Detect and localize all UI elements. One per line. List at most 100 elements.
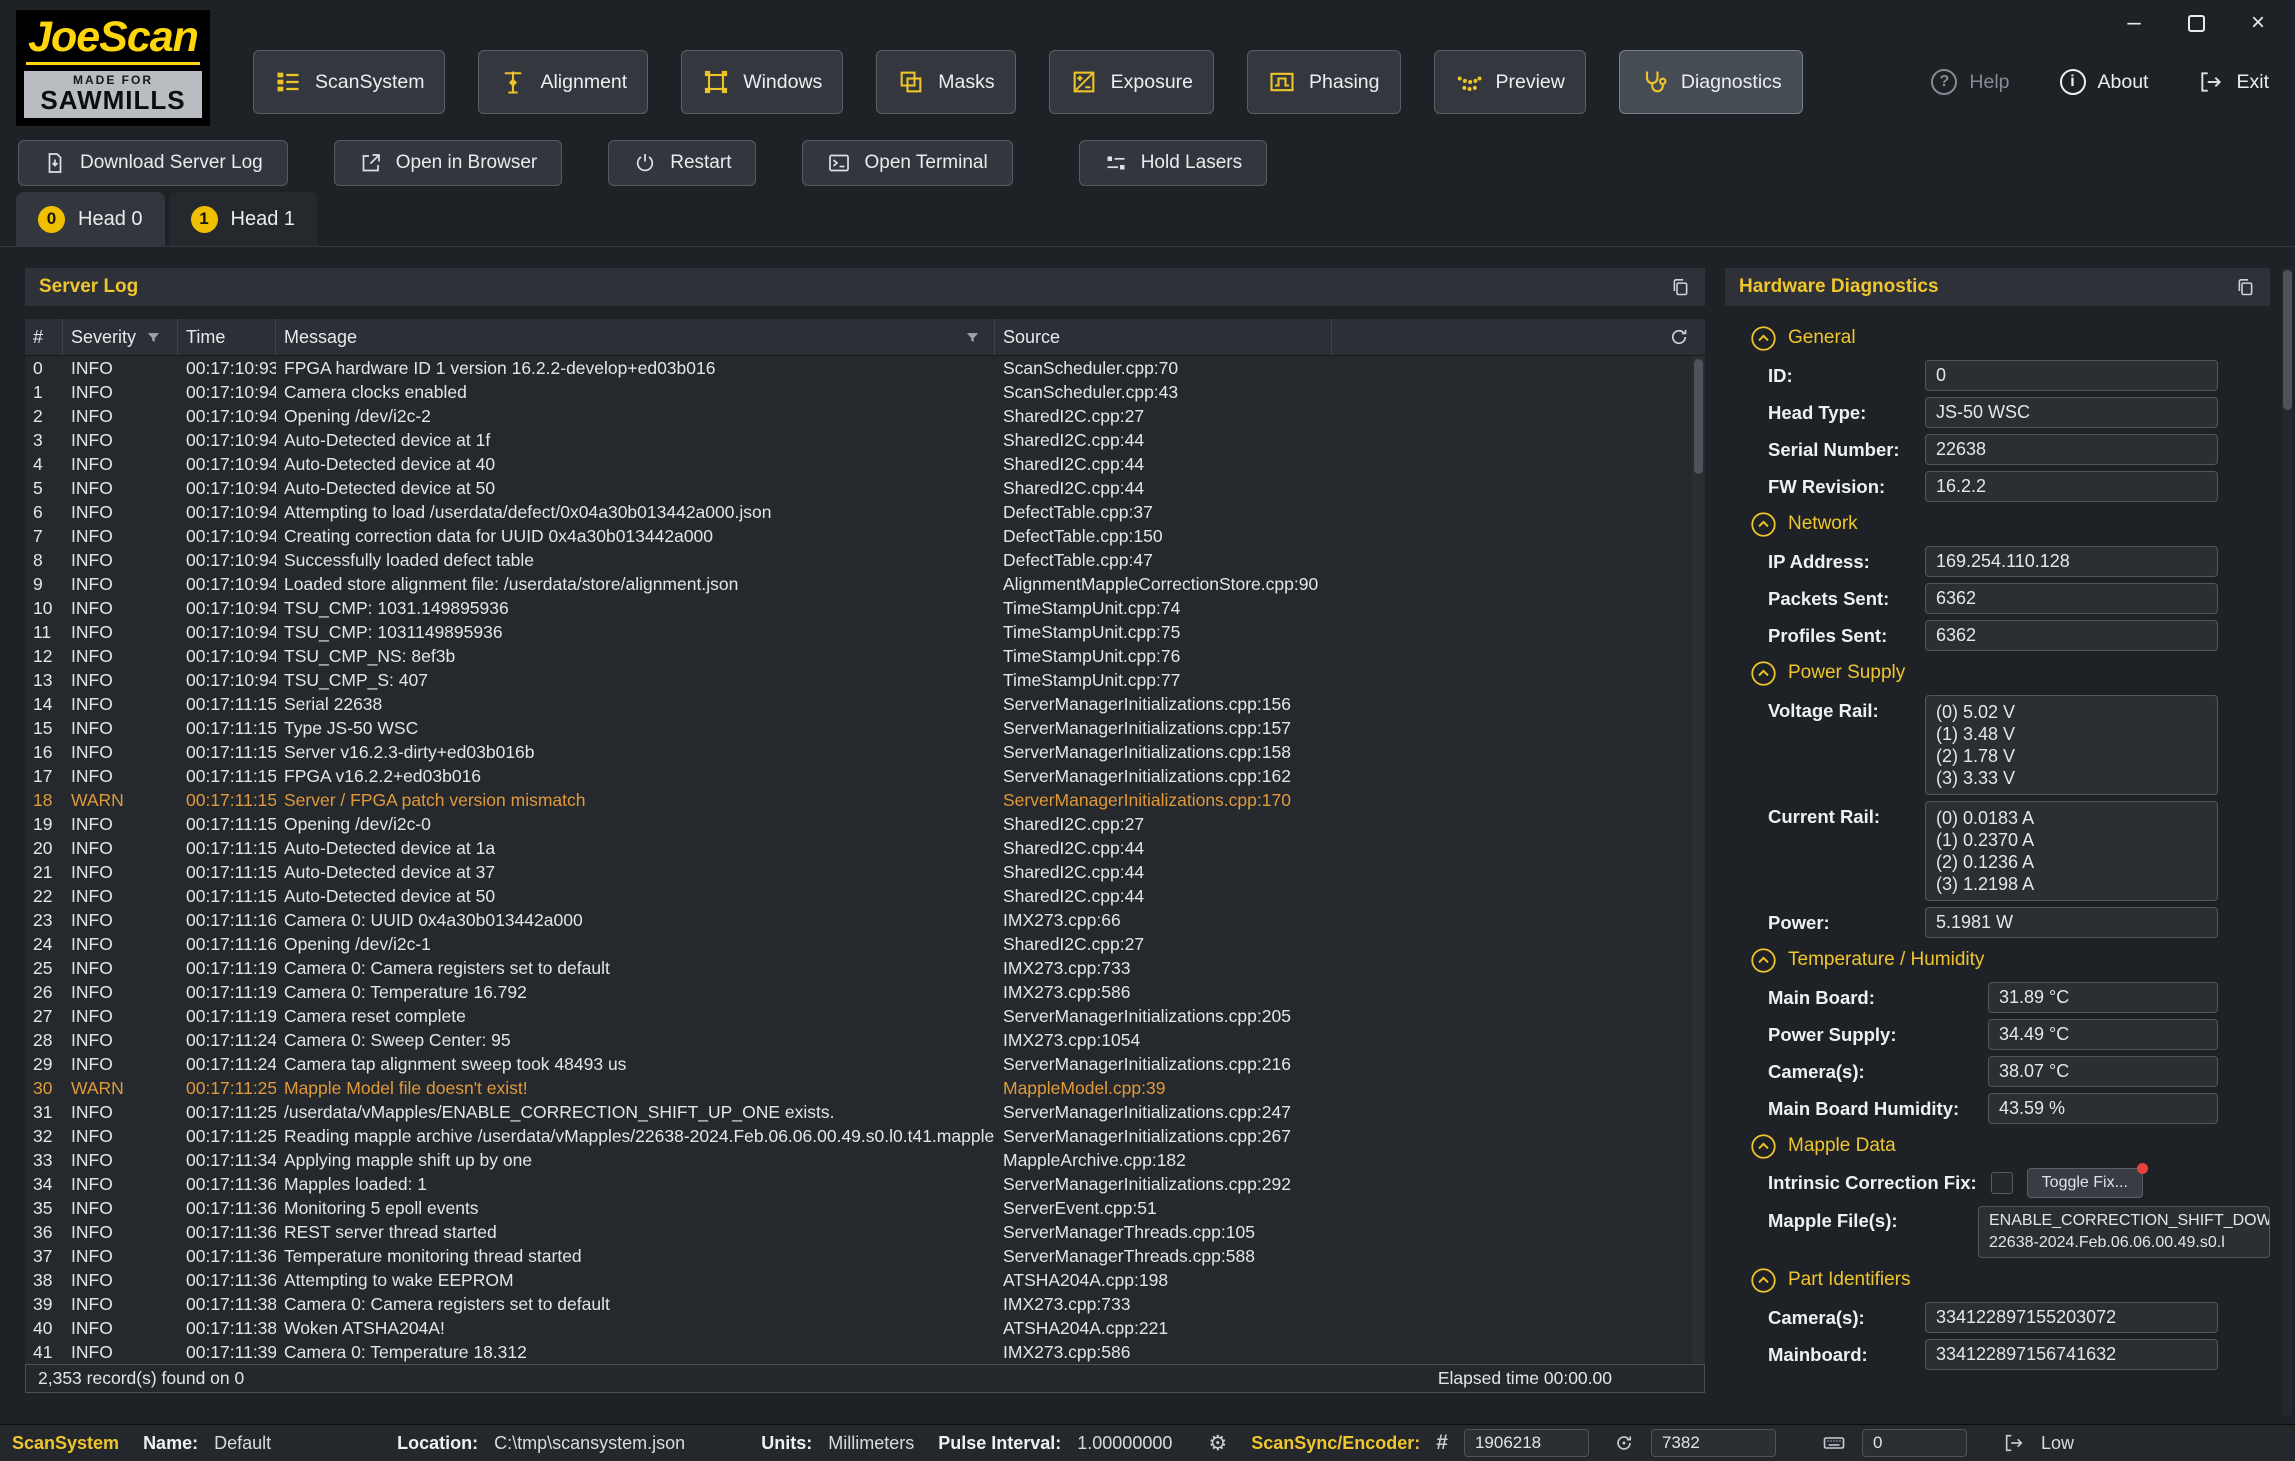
column-header-time[interactable]: Time — [178, 319, 276, 355]
table-row[interactable]: 7 INFO 00:17:10:948 Creating correction … — [25, 524, 1705, 548]
table-row[interactable]: 13 INFO 00:17:10:949 TSU_CMP_S: 407 Time… — [25, 668, 1705, 692]
hardware-scrollbar-thumb[interactable] — [2283, 270, 2292, 410]
table-row[interactable]: 5 INFO 00:17:10:946 Auto-Detected device… — [25, 476, 1705, 500]
open-in-browser-button[interactable]: Open in Browser — [334, 140, 563, 186]
section-part-identifiers: Part Identifiers Camera(s): 334122897155… — [1768, 1266, 2218, 1370]
column-header-message[interactable]: Message — [276, 319, 995, 355]
table-row[interactable]: 21 INFO 00:17:11:153 Auto-Detected devic… — [25, 860, 1705, 884]
table-row[interactable]: 30 WARN 00:17:11:250 Mapple Model file d… — [25, 1076, 1705, 1100]
table-row[interactable]: 28 INFO 00:17:11:248 Camera 0: Sweep Cen… — [25, 1028, 1705, 1052]
table-row[interactable]: 36 INFO 00:17:11:367 REST server thread … — [25, 1220, 1705, 1244]
table-row[interactable]: 31 INFO 00:17:11:250 /userdata/vMapples/… — [25, 1100, 1705, 1124]
table-row[interactable]: 24 INFO 00:17:11:160 Opening /dev/i2c-1 … — [25, 932, 1705, 956]
nav-phasing-button[interactable]: Phasing — [1247, 50, 1400, 114]
section-mapple-header[interactable]: Mapple Data — [1750, 1132, 2218, 1160]
hardware-diagnostics-panel: Hardware Diagnostics General ID: 0 Head … — [1725, 268, 2270, 1376]
joescan-logo: JoeScan MADE FOR SAWMILLS — [16, 10, 210, 126]
maximize-button[interactable] — [2173, 6, 2219, 40]
hardware-scrollbar[interactable] — [2282, 268, 2293, 1415]
tab-head-0[interactable]: 0 Head 0 — [16, 192, 165, 246]
table-row[interactable]: 26 INFO 00:17:11:195 Camera 0: Temperatu… — [25, 980, 1705, 1004]
severity-filter-icon[interactable] — [146, 330, 161, 345]
table-row[interactable]: 14 INFO 00:17:11:150 Serial 22638 Server… — [25, 692, 1705, 716]
table-row[interactable]: 10 INFO 00:17:10:949 TSU_CMP: 1031.14989… — [25, 596, 1705, 620]
column-header-index[interactable]: # — [25, 319, 63, 355]
about-icon: i — [2060, 69, 2086, 95]
table-row[interactable]: 1 INFO 00:17:10:942 Camera clocks enable… — [25, 380, 1705, 404]
table-row[interactable]: 37 INFO 00:17:11:367 Temperature monitor… — [25, 1244, 1705, 1268]
about-button[interactable]: i About — [2050, 50, 2159, 114]
exit-button[interactable]: Exit — [2188, 50, 2279, 114]
tab-head-1[interactable]: 1 Head 1 — [169, 192, 318, 246]
tab-divider — [0, 246, 2295, 247]
table-row[interactable]: 32 INFO 00:17:11:250 Reading mapple arch… — [25, 1124, 1705, 1148]
section-mapple-data: Mapple Data Intrinsic Correction Fix: To… — [1768, 1132, 2218, 1258]
table-row[interactable]: 18 WARN 00:17:11:150 Server / FPGA patch… — [25, 788, 1705, 812]
log-scrollbar-thumb[interactable] — [1694, 359, 1703, 474]
section-network-header[interactable]: Network — [1750, 510, 2218, 538]
table-row[interactable]: 27 INFO 00:17:11:196 Camera reset comple… — [25, 1004, 1705, 1028]
table-row[interactable]: 33 INFO 00:17:11:341 Applying mapple shi… — [25, 1148, 1705, 1172]
section-temperature-header[interactable]: Temperature / Humidity — [1750, 946, 2218, 974]
close-button[interactable]: × — [2235, 6, 2281, 40]
table-row[interactable]: 6 INFO 00:17:10:948 Attempting to load /… — [25, 500, 1705, 524]
open-terminal-button[interactable]: Open Terminal — [802, 140, 1012, 186]
table-row[interactable]: 41 INFO 00:17:11:390 Camera 0: Temperatu… — [25, 1340, 1705, 1364]
toggle-fix-button[interactable]: Toggle Fix... — [2027, 1168, 2143, 1198]
table-row[interactable]: 22 INFO 00:17:11:155 Auto-Detected devic… — [25, 884, 1705, 908]
table-row[interactable]: 16 INFO 00:17:11:150 Server v16.2.3-dirt… — [25, 740, 1705, 764]
hold-lasers-button[interactable]: Hold Lasers — [1079, 140, 1267, 186]
table-row[interactable]: 35 INFO 00:17:11:367 Monitoring 5 epoll … — [25, 1196, 1705, 1220]
restart-button[interactable]: Restart — [608, 140, 756, 186]
table-row[interactable]: 23 INFO 00:17:11:160 Camera 0: UUID 0x4a… — [25, 908, 1705, 932]
nav-scansystem-button[interactable]: ScanSystem — [253, 50, 445, 114]
nav-preview-button[interactable]: Preview — [1434, 50, 1586, 114]
message-filter-icon[interactable] — [965, 330, 980, 345]
section-part-identifiers-header[interactable]: Part Identifiers — [1750, 1266, 2218, 1294]
section-power-header[interactable]: Power Supply — [1750, 659, 2218, 687]
copy-log-button[interactable] — [1670, 277, 1691, 298]
column-header-actions — [1332, 319, 1705, 355]
table-row[interactable]: 40 INFO 00:17:11:388 Woken ATSHA204A! AT… — [25, 1316, 1705, 1340]
table-row[interactable]: 2 INFO 00:17:10:942 Opening /dev/i2c-2 S… — [25, 404, 1705, 428]
table-row[interactable]: 0 INFO 00:17:10:939 FPGA hardware ID 1 v… — [25, 356, 1705, 380]
refresh-icon[interactable] — [1669, 327, 1689, 347]
field-row: Serial Number: 22638 — [1768, 434, 2218, 465]
table-row[interactable]: 34 INFO 00:17:11:365 Mapples loaded: 1 S… — [25, 1172, 1705, 1196]
table-row[interactable]: 39 INFO 00:17:11:387 Camera 0: Camera re… — [25, 1292, 1705, 1316]
table-row[interactable]: 20 INFO 00:17:11:151 Auto-Detected devic… — [25, 836, 1705, 860]
section-general-header[interactable]: General — [1750, 324, 2218, 352]
open-in-browser-icon — [359, 151, 383, 175]
table-row[interactable]: 19 INFO 00:17:11:150 Opening /dev/i2c-0 … — [25, 812, 1705, 836]
field-row: Main Board Humidity: 43.59 % — [1768, 1093, 2218, 1124]
nav-windows-button[interactable]: Windows — [681, 50, 843, 114]
table-row[interactable]: 12 INFO 00:17:10:949 TSU_CMP_NS: 8ef3b T… — [25, 644, 1705, 668]
table-row[interactable]: 11 INFO 00:17:10:949 TSU_CMP: 1031149895… — [25, 620, 1705, 644]
field-value-box: 6362 — [1925, 620, 2218, 651]
field-row: Profiles Sent: 6362 — [1768, 620, 2218, 651]
download-server-log-button[interactable]: Download Server Log — [18, 140, 288, 186]
intrinsic-correction-checkbox[interactable] — [1991, 1172, 2013, 1194]
table-row[interactable]: 3 INFO 00:17:10:943 Auto-Detected device… — [25, 428, 1705, 452]
help-button[interactable]: ? Help — [1921, 50, 2019, 114]
column-header-severity[interactable]: Severity — [63, 319, 178, 355]
log-scrollbar[interactable] — [1692, 356, 1705, 1364]
table-row[interactable]: 9 INFO 00:17:10:949 Loaded store alignme… — [25, 572, 1705, 596]
minimize-button[interactable]: – — [2111, 6, 2157, 40]
hardware-diagnostics-header: Hardware Diagnostics — [1725, 268, 2270, 306]
table-row[interactable]: 17 INFO 00:17:11:150 FPGA v16.2.2+ed03b0… — [25, 764, 1705, 788]
utility-nav: ? Help i About Exit — [1921, 50, 2279, 114]
table-row[interactable]: 4 INFO 00:17:10:945 Auto-Detected device… — [25, 452, 1705, 476]
nav-diagnostics-button[interactable]: Diagnostics — [1619, 50, 1803, 114]
table-row[interactable]: 15 INFO 00:17:11:150 Type JS-50 WSC Serv… — [25, 716, 1705, 740]
nav-masks-button[interactable]: Masks — [876, 50, 1015, 114]
settings-gear-icon[interactable]: ⚙ — [1208, 1431, 1227, 1456]
table-row[interactable]: 38 INFO 00:17:11:368 Attempting to wake … — [25, 1268, 1705, 1292]
nav-alignment-button[interactable]: Alignment — [478, 50, 648, 114]
nav-exposure-button[interactable]: Exposure — [1049, 50, 1214, 114]
table-row[interactable]: 25 INFO 00:17:11:194 Camera 0: Camera re… — [25, 956, 1705, 980]
table-row[interactable]: 8 INFO 00:17:10:949 Successfully loaded … — [25, 548, 1705, 572]
table-row[interactable]: 29 INFO 00:17:11:248 Camera tap alignmen… — [25, 1052, 1705, 1076]
column-header-source[interactable]: Source — [995, 319, 1332, 355]
copy-diagnostics-button[interactable] — [2235, 277, 2256, 298]
